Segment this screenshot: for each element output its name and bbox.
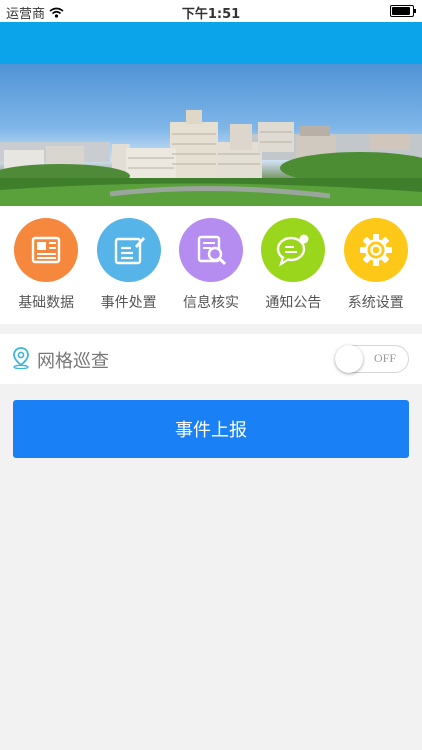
- function-menu: 基础数据 事件处置 信息核实 通知公告 系统设置: [0, 206, 422, 324]
- menu-item-event-handling[interactable]: 事件处置: [90, 206, 168, 324]
- battery-icon: [390, 5, 416, 17]
- menu-item-info-verification[interactable]: 信息核实: [172, 206, 250, 324]
- menu-label: 信息核实: [182, 295, 239, 311]
- gear-icon: [343, 218, 408, 282]
- patrol-label: 网格巡查: [37, 351, 109, 372]
- patrol-toggle[interactable]: OFF: [335, 345, 409, 373]
- menu-label: 基础数据: [18, 295, 75, 311]
- menu-label: 系统设置: [347, 295, 404, 311]
- menu-item-system-settings[interactable]: 系统设置: [337, 206, 415, 324]
- campus-illustration: [0, 110, 422, 206]
- menu-item-basic-data[interactable]: 基础数据: [7, 206, 85, 324]
- status-bar: 运营商 下午1:51: [0, 0, 422, 22]
- status-time: 下午1:51: [181, 7, 241, 22]
- menu-item-notice[interactable]: 通知公告: [254, 206, 332, 324]
- chat-bubble-icon: [261, 218, 326, 282]
- navigation-bar: [0, 22, 422, 64]
- document-search-icon: [178, 218, 243, 282]
- newspaper-icon: [14, 218, 79, 282]
- toggle-state-text: OFF: [373, 351, 396, 365]
- grid-patrol-row: 网格巡查 OFF: [0, 334, 422, 384]
- toggle-knob[interactable]: [335, 345, 363, 373]
- location-pin-icon: [13, 347, 29, 369]
- edit-note-icon: [96, 218, 161, 282]
- menu-label: 事件处置: [100, 295, 157, 311]
- report-event-button[interactable]: 事件上报: [13, 400, 409, 458]
- campus-banner-image: [0, 64, 422, 206]
- menu-label: 通知公告: [265, 295, 322, 311]
